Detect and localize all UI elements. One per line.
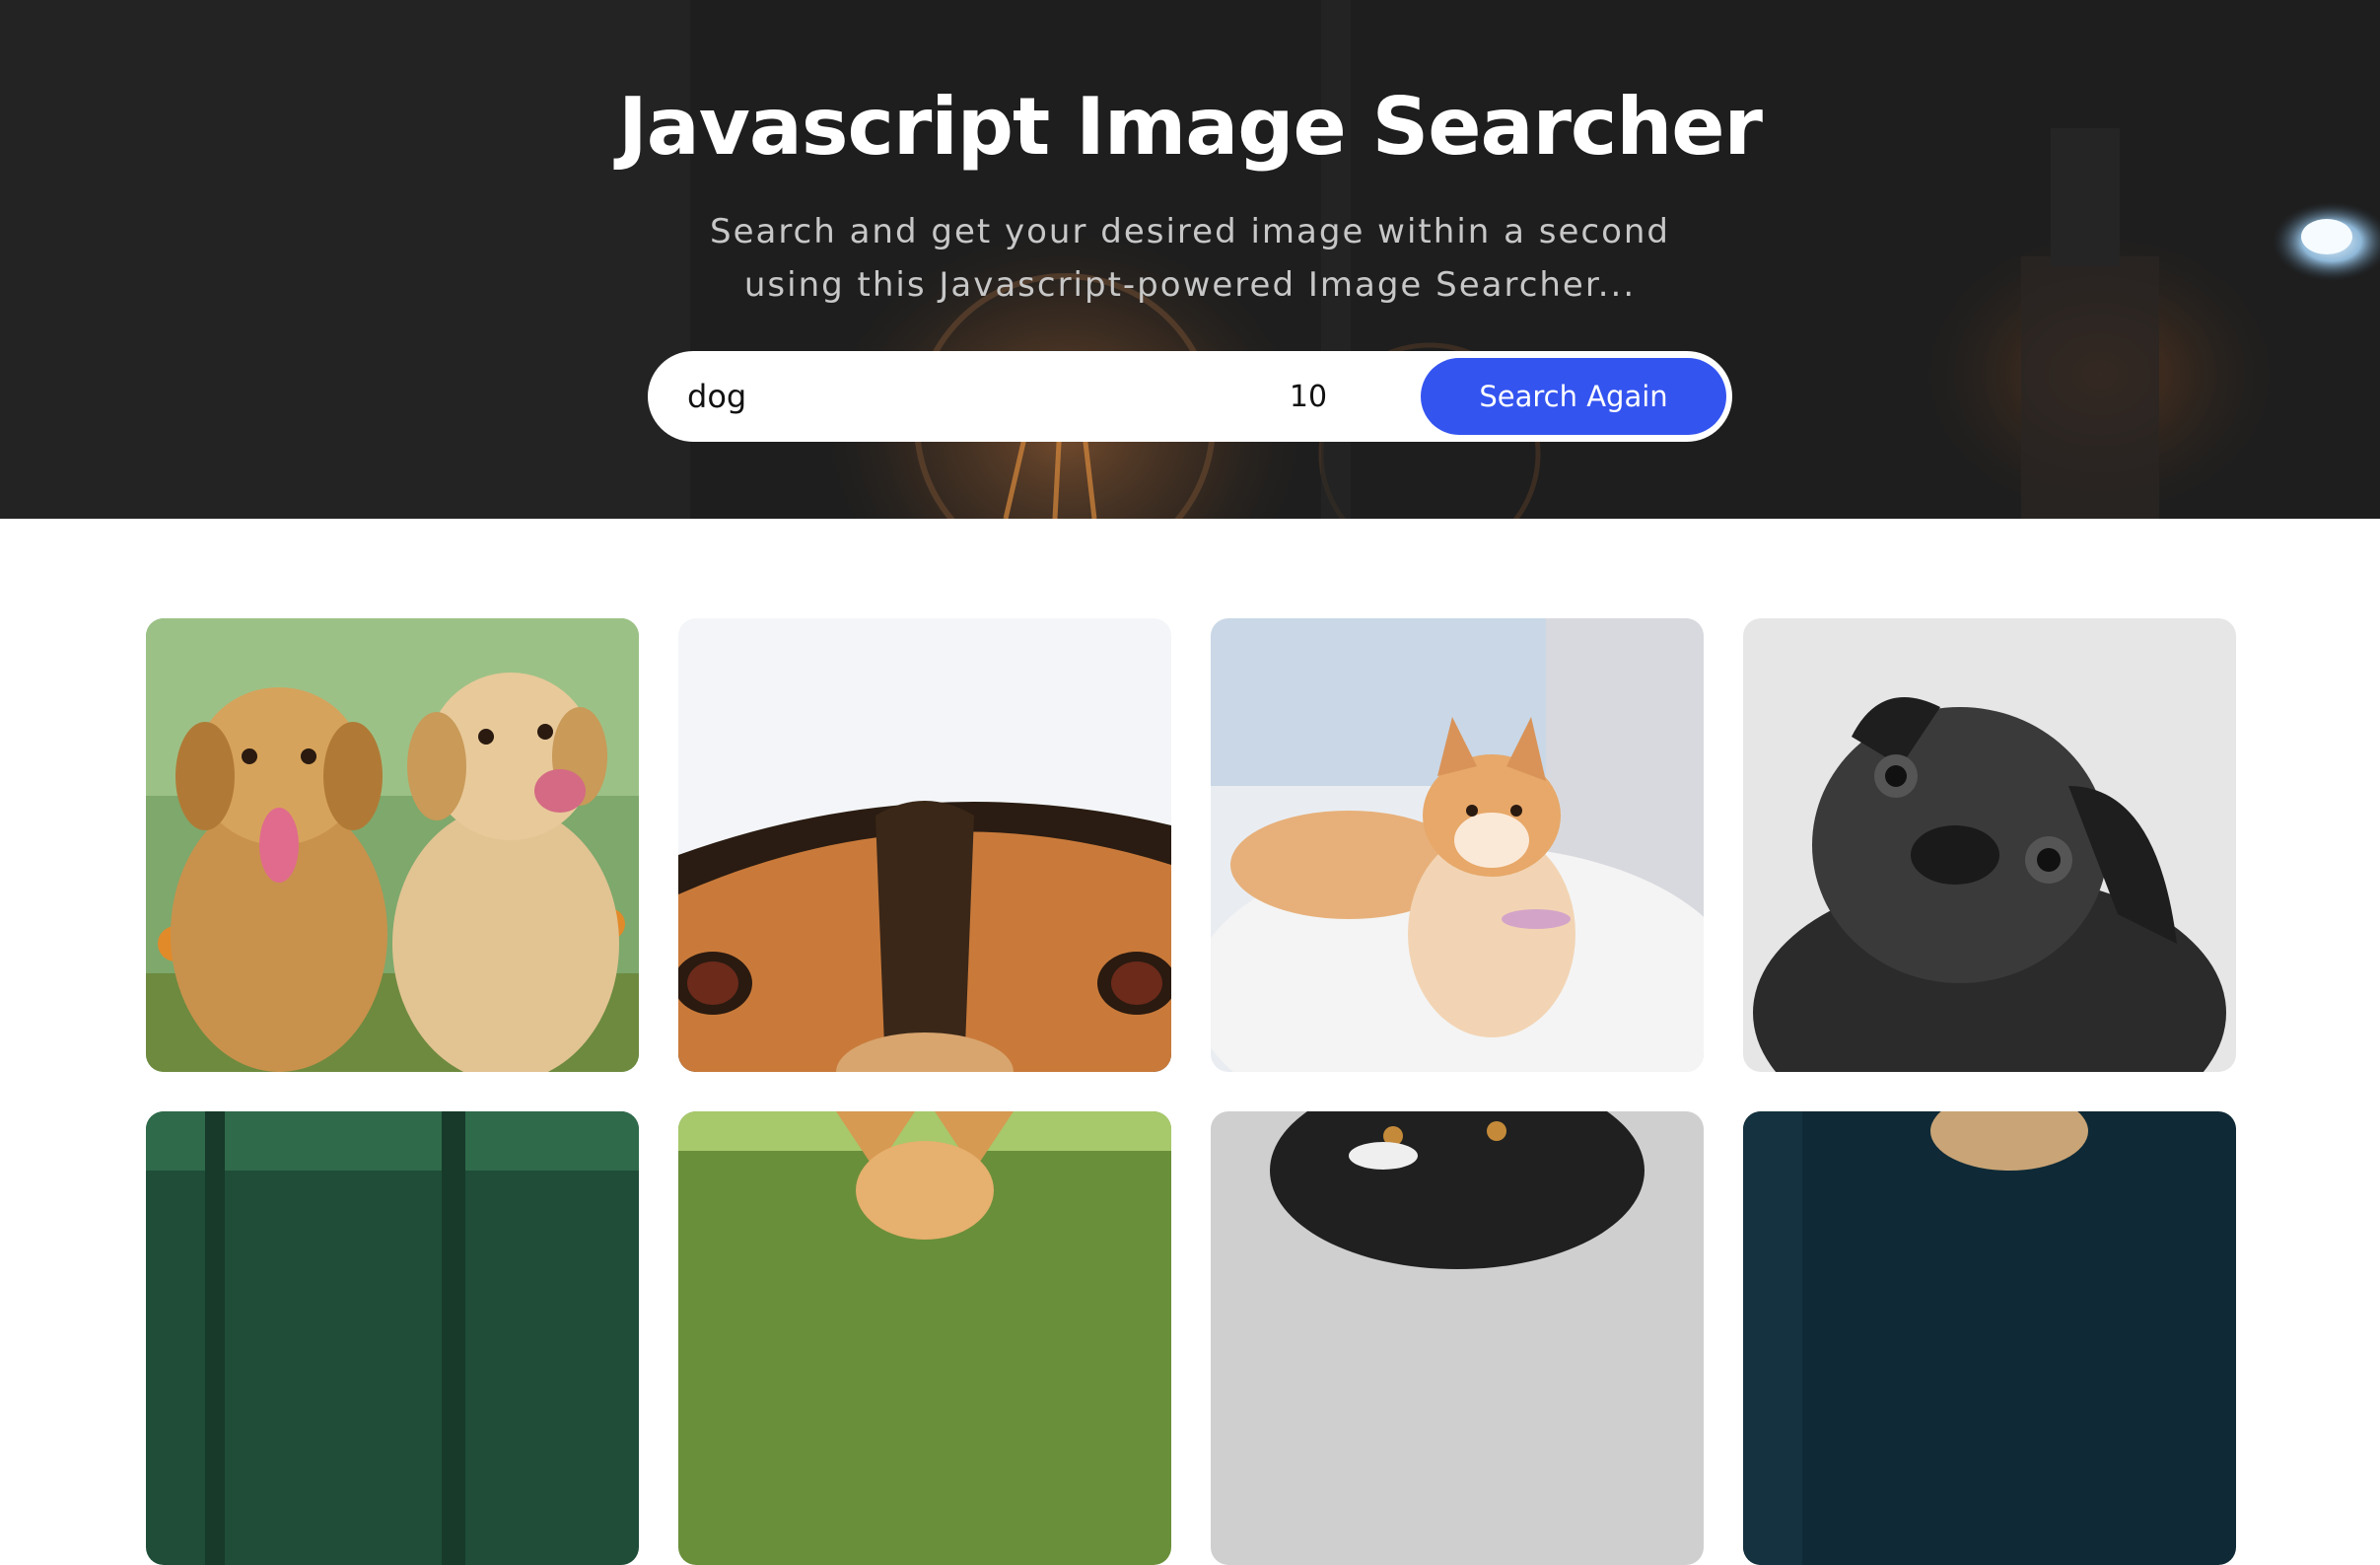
dog-photo-icon: [146, 1111, 639, 1565]
page-subtitle: Search and get your desired image within…: [0, 205, 2380, 312]
image-results-grid: [0, 519, 2380, 1565]
dog-photo-icon: [146, 618, 639, 1072]
result-image-1[interactable]: [146, 618, 639, 1072]
result-image-8[interactable]: [1743, 1111, 2236, 1565]
result-image-5[interactable]: [146, 1111, 639, 1565]
subtitle-line-2: using this Javascript-powered Image Sear…: [743, 265, 1637, 305]
dog-photo-icon: [1743, 1111, 2236, 1565]
result-image-6[interactable]: [678, 1111, 1171, 1565]
dog-photo-icon: [1743, 618, 2236, 1072]
dog-photo-icon: [1211, 618, 1704, 1072]
search-again-button[interactable]: Search Again: [1421, 358, 1726, 435]
result-image-7[interactable]: [1211, 1111, 1704, 1565]
result-image-2[interactable]: [678, 618, 1171, 1072]
dog-photo-icon: [678, 618, 1171, 1072]
result-image-4[interactable]: [1743, 618, 2236, 1072]
dog-photo-icon: [1211, 1111, 1704, 1565]
dog-photo-icon: [678, 1111, 1171, 1565]
search-query-input[interactable]: [687, 371, 1239, 422]
subtitle-line-1: Search and get your desired image within…: [709, 212, 1671, 251]
result-count-input[interactable]: [1225, 371, 1392, 422]
hero-banner: Javascript Image Searcher Search and get…: [0, 0, 2380, 519]
hero-content: Javascript Image Searcher Search and get…: [0, 0, 2380, 519]
result-image-3[interactable]: [1211, 618, 1704, 1072]
page-title: Javascript Image Searcher: [617, 81, 1763, 173]
